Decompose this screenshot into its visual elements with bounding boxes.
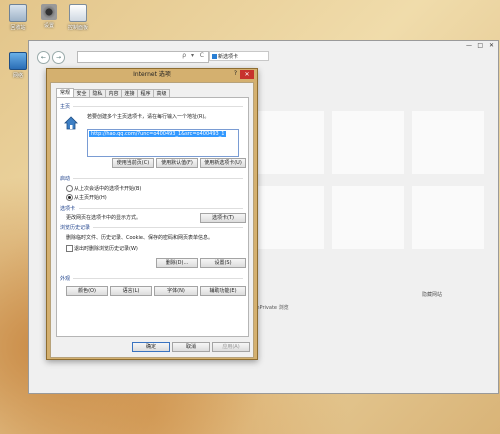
checkbox-label: 退出时删除浏览历史记录(W) — [74, 246, 138, 252]
browser-titlebar: — □ ✕ — [29, 41, 498, 50]
use-current-button[interactable]: 使用当前页(C) — [112, 158, 154, 168]
history-settings-button[interactable]: 设置(S) — [200, 258, 246, 268]
tabs-description: 更改网页在选项卡中的显示方式。 — [66, 215, 142, 221]
desktop-icon-label: 控制面板 — [67, 25, 88, 31]
desktop-icon-control-panel[interactable]: 控制面板 — [61, 4, 95, 31]
section-label-home: 主页 — [60, 104, 71, 110]
control-panel-icon — [69, 4, 87, 22]
recycle-bin-icon — [9, 4, 27, 22]
section-divider — [73, 106, 243, 107]
dialog-body: 常规 安全 隐私 内容 连接 程序 高级 主页 若要创建多个主页选项卡，请在每行… — [50, 82, 254, 358]
dialog-title: Internet 选项 — [133, 71, 171, 78]
search-icon[interactable]: ρ — [182, 52, 186, 59]
inprivate-link[interactable]: inPrivate 浏览 — [255, 304, 289, 311]
section-label-history: 浏览历史记录 — [60, 225, 91, 231]
cancel-button[interactable]: 取消 — [172, 342, 210, 352]
home-description: 若要创建多个主页选项卡，请在每行输入一个地址(R)。 — [87, 114, 210, 120]
desktop-icon-recycle-bin[interactable]: 回收站 — [1, 4, 35, 31]
refresh-icon[interactable]: C — [200, 52, 204, 59]
delete-history-button[interactable]: 删除(D)... — [156, 258, 198, 268]
radio-start-last-session[interactable] — [66, 185, 73, 192]
gear-icon — [41, 4, 57, 20]
delete-on-exit-checkbox[interactable] — [66, 245, 73, 252]
section-divider — [93, 227, 243, 228]
window-close-button[interactable]: ✕ — [489, 42, 494, 49]
desktop-icon-label: 设置 — [43, 23, 54, 29]
help-icon[interactable]: ? — [234, 70, 237, 77]
frequent-site-tile[interactable] — [332, 186, 404, 249]
accessibility-button[interactable]: 辅助功能(E) — [200, 286, 246, 296]
home-page-url: http://hao.qq.com/?unc=o400493_1&src=o40… — [89, 131, 227, 137]
home-page-icon — [64, 116, 78, 130]
home-page-textarea[interactable]: http://hao.qq.com/?unc=o400493_1&src=o40… — [87, 129, 239, 157]
radio-label: 从主页开始(H) — [74, 195, 107, 201]
section-label-startup: 启动 — [60, 176, 71, 182]
general-tab-panel: 主页 若要创建多个主页选项卡，请在每行输入一个地址(R)。 http://hao… — [56, 97, 249, 337]
ok-button[interactable]: 确定 — [132, 342, 170, 352]
section-label-tabs: 选项卡 — [60, 206, 76, 212]
maximize-button[interactable]: □ — [477, 42, 483, 49]
apply-button[interactable]: 应用(A) — [212, 342, 250, 352]
tab-new-tab[interactable]: 新选项卡 — [209, 51, 269, 61]
forward-button[interactable]: → — [52, 51, 65, 64]
use-default-button[interactable]: 使用默认值(F) — [156, 158, 198, 168]
ie-tab-icon — [212, 54, 217, 59]
hidden-sites-link[interactable]: 隐藏网站 — [422, 291, 442, 298]
tabs-settings-button[interactable]: 选项卡(T) — [200, 213, 246, 223]
section-divider — [73, 278, 243, 279]
desktop-icon-label: 网络 — [12, 73, 23, 79]
history-description: 删除临时文件、历史记录、Cookie、保存的密码和网页表单信息。 — [66, 235, 213, 241]
dialog-close-button[interactable]: ✕ — [240, 70, 254, 79]
frequent-site-tile[interactable] — [252, 186, 324, 249]
frequent-site-tile[interactable] — [412, 111, 484, 174]
use-new-tab-button[interactable]: 使用新选项卡(U) — [200, 158, 246, 168]
section-divider — [79, 208, 243, 209]
frequent-site-tile[interactable] — [252, 111, 324, 174]
section-divider — [73, 178, 243, 179]
fonts-button[interactable]: 字体(N) — [154, 286, 198, 296]
address-bar[interactable]: ρ ▾ C — [77, 51, 209, 63]
internet-options-dialog: Internet 选项 ? ✕ 常规 安全 隐私 内容 连接 程序 高级 主页 … — [46, 68, 258, 360]
network-icon — [9, 52, 27, 70]
tab-label: 新选项卡 — [218, 54, 239, 60]
frequent-site-tile[interactable] — [332, 111, 404, 174]
radio-label: 从上次会话中的选项卡开始(B) — [74, 186, 142, 192]
radio-start-home[interactable] — [66, 194, 73, 201]
frequent-site-tile[interactable] — [412, 186, 484, 249]
languages-button[interactable]: 语言(L) — [110, 286, 152, 296]
colors-button[interactable]: 颜色(O) — [66, 286, 108, 296]
minimize-button[interactable]: — — [466, 42, 472, 49]
chevron-down-icon[interactable]: ▾ — [191, 52, 194, 59]
desktop-icon-label: 回收站 — [10, 25, 26, 31]
back-button[interactable]: ← — [37, 51, 50, 64]
section-label-appearance: 外观 — [60, 276, 71, 282]
